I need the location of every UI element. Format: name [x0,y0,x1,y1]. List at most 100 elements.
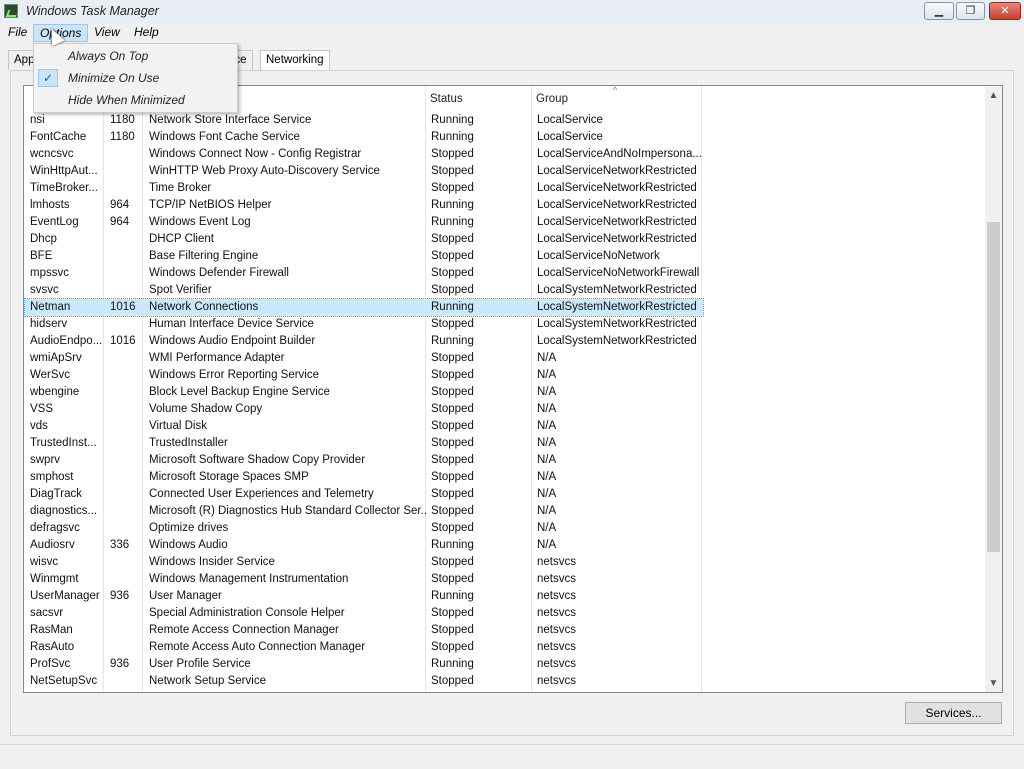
table-row[interactable]: BFE Base Filtering Engine Stopped LocalServ… [25,248,703,265]
table-row[interactable]: diagnostics... Microsoft (R) Diagnostics … [25,503,703,520]
service-group-cell: LocalServiceNoNetwork [537,250,660,262]
service-name-cell: wisvc [30,556,59,568]
table-row[interactable]: AudioEndpo... 1016 Windows Audio Endpoint … [25,333,703,350]
service-group-cell: netsvcs [537,607,576,619]
service-status-cell: Stopped [431,454,474,466]
table-row[interactable]: Netman 1016 Network Connections Running Loca… [24,298,704,317]
table-row[interactable]: sacsvr Special Administration Console Hel… [25,605,703,622]
table-row[interactable]: wbengine Block Level Backup Engine Servic… [25,384,703,401]
table-row[interactable]: FontCache 1180 Windows Font Cache Service R… [25,129,703,146]
menu-item-label: Always On Top [68,49,149,63]
service-group-cell: N/A [537,488,557,500]
table-row[interactable]: svsvc Spot Verifier Stopped LocalSystemNetw… [25,282,703,299]
table-row[interactable]: TrustedInst... TrustedInstaller Stopped N/A [25,435,703,452]
service-name-cell: RasAuto [30,641,75,653]
menu-help[interactable]: Help [128,24,165,42]
table-row[interactable]: TimeBroker... Time Broker Stopped LocalServ… [25,180,703,197]
column-header-status[interactable]: Status [425,86,531,112]
menu-item-always-on-top[interactable]: Always On Top [35,46,236,67]
table-row[interactable]: Audiosrv 336 Windows Audio Running N/A [25,537,703,554]
service-group-cell: LocalSystemNetworkRestricted [537,335,697,347]
service-description-cell: Windows Audio Endpoint Builder [149,335,316,347]
service-description-cell: Network Setup Service [149,675,266,687]
service-group-cell: N/A [537,386,557,398]
checkmark-icon: ✓ [38,69,58,87]
scroll-down-icon[interactable]: ▼ [985,675,1002,692]
service-status-cell: Stopped [431,505,474,517]
service-name-cell: sacsvr [30,607,64,619]
minimize-button[interactable]: ▁ [924,2,954,20]
table-row[interactable]: DiagTrack Connected User Experiences and … [25,486,703,503]
scroll-up-icon[interactable]: ▲ [985,87,1002,104]
service-status-cell: Stopped [431,403,474,415]
table-row[interactable]: EventLog 964 Windows Event Log Running Local… [25,214,703,231]
window-title: Windows Task Manager [26,4,159,18]
service-status-cell: Running [431,216,474,228]
service-name-cell: swprv [30,454,61,466]
services-button[interactable]: Services... [905,702,1002,724]
tab-networking[interactable]: Networking [260,50,330,70]
services-list[interactable]: Status Group ^ nsi 1180 Network Store Inte… [23,85,1003,693]
scroll-thumb[interactable] [987,222,1000,552]
table-row[interactable]: Winmgmt Windows Management Instrumentatio… [25,571,703,588]
table-row[interactable]: WerSvc Windows Error Reporting Service Sto… [25,367,703,384]
service-status-cell: Stopped [431,182,474,194]
service-group-cell: N/A [537,522,557,534]
menu-view[interactable]: View [88,24,126,42]
service-status-cell: Stopped [431,148,474,160]
table-row[interactable]: UserManager 936 User Manager Running netsvcs [25,588,703,605]
service-status-cell: Running [431,114,474,126]
menu-item-minimize-on-use[interactable]: ✓ Minimize On Use [35,68,236,89]
service-description-cell: Spot Verifier [149,284,212,296]
service-name-cell: wcncsvc [30,148,74,160]
table-row[interactable]: defragsvc Optimize drives Stopped N/A [25,520,703,537]
table-row[interactable]: ProfSvc 936 User Profile Service Running net… [25,656,703,673]
service-pid-cell: 336 [110,539,130,551]
menu-file[interactable]: File [2,24,33,42]
table-row[interactable]: NetSetupSvc Network Setup Service Stopped n… [25,673,703,690]
service-description-cell: Connected User Experiences and Telemetry [149,488,374,500]
service-description-cell: Windows Defender Firewall [149,267,289,279]
table-row[interactable]: wcncsvc Windows Connect Now - Config Regi… [25,146,703,163]
service-pid-cell: 1016 [110,301,136,313]
service-group-cell: LocalService [537,131,603,143]
title-bar[interactable]: Windows Task Manager ▁ ❐ ✕ [0,0,1024,24]
table-row[interactable]: swprv Microsoft Software Shadow Copy Prov… [25,452,703,469]
table-row[interactable]: Dhcp DHCP Client Stopped LocalServiceNetwor… [25,231,703,248]
table-row[interactable]: RasMan Remote Access Connection Manager St… [25,622,703,639]
table-row[interactable]: nsi 1180 Network Store Interface Service Ru… [25,112,703,129]
table-row[interactable]: hidserv Human Interface Device Service Sto… [25,316,703,333]
service-description-cell: Virtual Disk [149,420,207,432]
service-group-cell: LocalServiceAndNoImpersona... [537,148,702,160]
service-description-cell: WMI Performance Adapter [149,352,285,364]
close-button[interactable]: ✕ [989,2,1021,20]
service-description-cell: Block Level Backup Engine Service [149,386,330,398]
service-name-cell: defragsvc [30,522,80,534]
table-row[interactable]: lmhosts 964 TCP/IP NetBIOS Helper Running Lo… [25,197,703,214]
table-row[interactable]: mpssvc Windows Defender Firewall Stopped Lo… [25,265,703,282]
service-description-cell: Windows Font Cache Service [149,131,300,143]
task-manager-icon [4,4,18,18]
table-row[interactable]: WinHttpAut... WinHTTP Web Proxy Auto-Disc… [25,163,703,180]
maximize-button[interactable]: ❐ [956,2,985,20]
service-description-cell: Windows Audio [149,539,228,551]
service-name-cell: diagnostics... [30,505,98,517]
service-status-cell: Stopped [431,250,474,262]
service-group-cell: LocalServiceNoNetworkFirewall [537,267,700,279]
table-row[interactable]: wmiApSrv WMI Performance Adapter Stopped N/… [25,350,703,367]
service-status-cell: Stopped [431,573,474,585]
table-row[interactable]: VSS Volume Shadow Copy Stopped N/A [25,401,703,418]
service-name-cell: AudioEndpo... [30,335,103,347]
service-description-cell: Windows Event Log [149,216,251,228]
service-name-cell: TrustedInst... [30,437,97,449]
service-description-cell: Microsoft (R) Diagnostics Hub Standard C… [149,505,426,517]
table-row[interactable]: wisvc Windows Insider Service Stopped netsv… [25,554,703,571]
menu-item-hide-when-minimized[interactable]: Hide When Minimized [35,90,236,111]
vertical-scrollbar[interactable]: ▲ ▼ [985,87,1002,692]
table-row[interactable]: RasAuto Remote Access Auto Connection Man… [25,639,703,656]
service-name-cell: WerSvc [30,369,71,381]
service-description-cell: Time Broker [149,182,212,194]
table-row[interactable]: smphost Microsoft Storage Spaces SMP Stopp… [25,469,703,486]
service-status-cell: Running [431,199,474,211]
table-row[interactable]: vds Virtual Disk Stopped N/A [25,418,703,435]
